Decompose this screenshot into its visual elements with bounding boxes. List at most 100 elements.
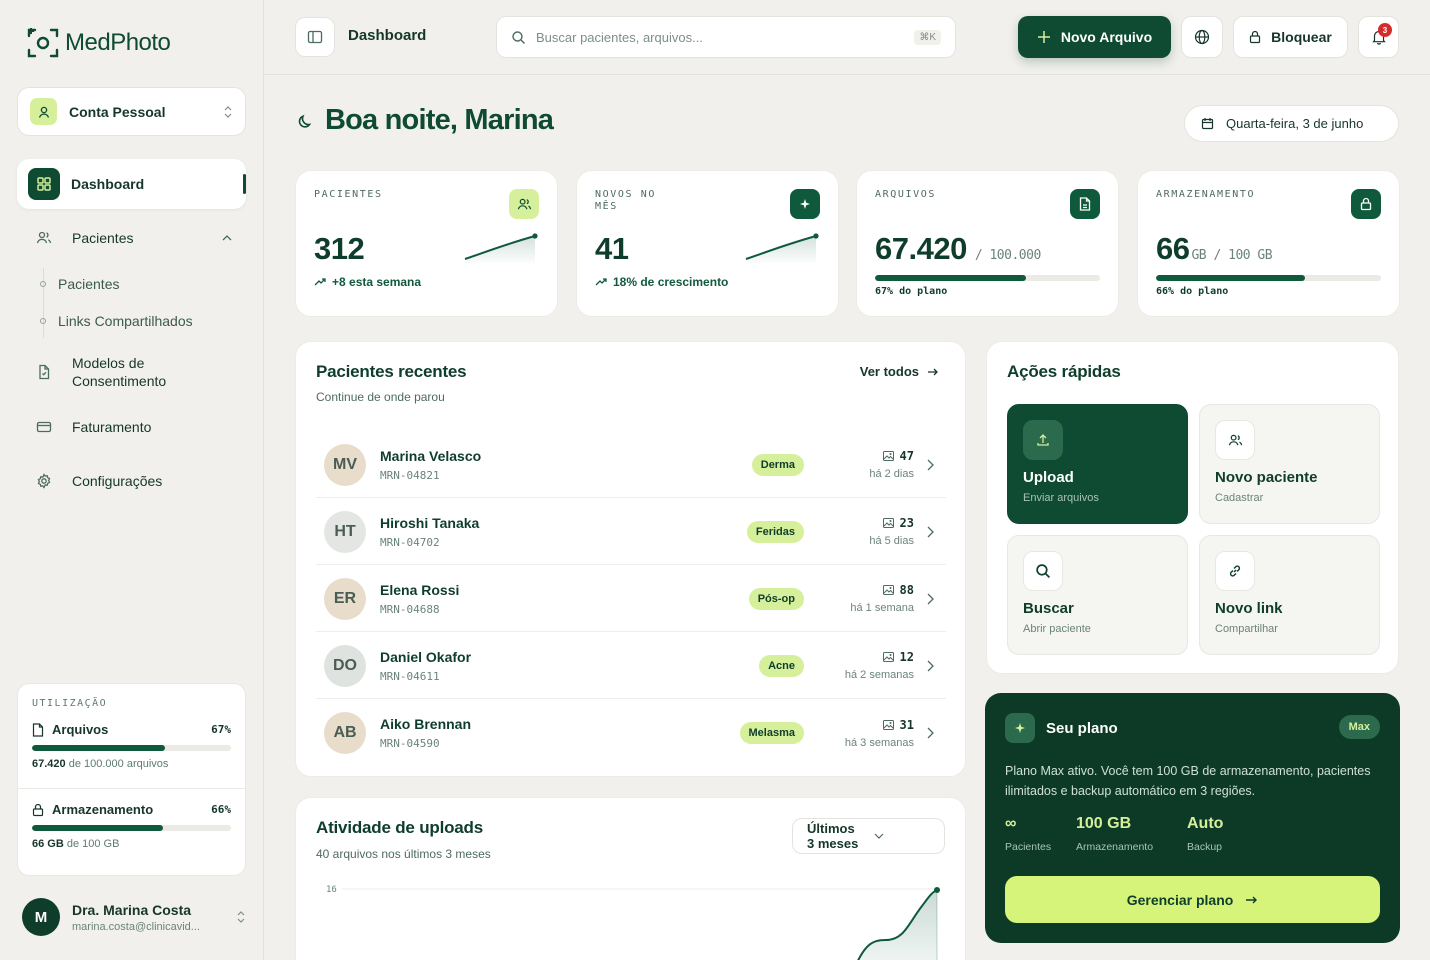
patient-row[interactable]: MV Marina Velasco MRN-04821 Derma 47 há 2 dia… [316, 432, 946, 498]
search-shortcut: ⌘K [914, 29, 941, 45]
image-icon [882, 719, 894, 730]
upload-icon [1023, 420, 1063, 460]
patient-name: Daniel Okafor [380, 648, 472, 665]
quick-action-title: Novo paciente [1215, 469, 1318, 486]
sidebar-item-settings[interactable]: Configurações [36, 472, 162, 490]
range-select[interactable]: Últimos 3 meses [792, 818, 945, 854]
logo[interactable]: MedPhoto [27, 27, 171, 59]
sidebar-item-label: Configurações [72, 473, 163, 489]
avatar: MV [324, 443, 366, 486]
quick-action-new-patient[interactable]: Novo paciente Cadastrar [1199, 404, 1380, 524]
usage-storage-percent: 66% [211, 803, 231, 816]
usage-title: UTILIZAÇÃO [32, 698, 108, 709]
manage-plan-button[interactable]: Gerenciar plano [1005, 876, 1380, 923]
users-icon [509, 189, 539, 219]
quick-action-subtitle: Cadastrar [1215, 492, 1264, 504]
see-all-link[interactable]: Ver todos [860, 364, 939, 379]
patient-row[interactable]: HT Hiroshi Tanaka MRN-04702 Feridas 23 há 5 d… [316, 499, 946, 565]
patient-mrn: MRN-04611 [380, 669, 440, 683]
image-icon [882, 451, 894, 461]
image-icon [882, 652, 894, 662]
quick-action-search[interactable]: Buscar Abrir paciente [1007, 535, 1188, 655]
stat-card-storage[interactable]: ARMAZENAMENTO 66 GB / 100 GB 66% do plano [1137, 170, 1400, 317]
sidebar-item-consent-templates[interactable]: Modelos de Consentimento [36, 354, 182, 390]
patient-meta: 31 há 3 semanas [804, 718, 914, 749]
upload-activity-chart: 16 [326, 885, 940, 960]
search-input[interactable]: Buscar pacientes, arquivos... ⌘K [496, 16, 956, 58]
patient-meta: 88 há 1 semana [804, 583, 914, 614]
trend-up-icon [595, 277, 607, 287]
stat-progress-bar [875, 275, 1100, 281]
account-label: Conta Pessoal [69, 103, 166, 120]
new-file-button[interactable]: Novo Arquivo [1018, 16, 1171, 58]
chevron-right-icon [914, 526, 946, 538]
sidebar-subitem-shared-links[interactable]: Links Compartilhados [40, 313, 193, 329]
sidebar-item-billing[interactable]: Faturamento [36, 418, 151, 436]
link-icon [1215, 551, 1255, 591]
stat-label: ARQUIVOS [875, 189, 936, 200]
patient-row[interactable]: AB Aiko Brennan MRN-04590 Melasma 31 há 3 sem… [316, 700, 946, 766]
chevron-right-icon [914, 727, 946, 739]
stat-card-new-this-month[interactable]: NOVOS NO MÊS 41 18% de crescimento [576, 170, 839, 317]
avatar: DO [324, 644, 366, 687]
date-badge: Quarta-feira, 3 de junho [1184, 105, 1399, 142]
plan-stat-storage: 100 GB Armazenamento [1076, 815, 1154, 853]
last-updated: há 2 dias [869, 468, 914, 480]
card-subtitle: 40 arquivos nos últimos 3 meses [316, 847, 491, 861]
plan-stat-backup: Auto Backup [1187, 815, 1224, 853]
stat-progress-label: 67% do plano [875, 286, 948, 297]
usage-storage-bar-fill [32, 825, 164, 831]
stat-card-patients[interactable]: PACIENTES 312 +8 esta semana [295, 170, 558, 317]
patient-row[interactable]: ER Elena Rossi MRN-04688 Pós-op 88 há 1 seman… [316, 566, 946, 632]
quick-action-title: Novo link [1215, 600, 1283, 617]
lock-button[interactable]: Bloquear [1233, 16, 1348, 58]
usage-files-bar [32, 745, 231, 751]
quick-action-title: Buscar [1023, 600, 1074, 617]
patient-row[interactable]: DO Daniel Okafor MRN-04611 Acne 12 há 2 seman… [316, 633, 946, 699]
sidebar-toggle-button[interactable] [295, 17, 335, 57]
chevron-updown-icon [223, 105, 233, 118]
patient-meta: 23 há 5 dias [804, 516, 914, 547]
file-count: 12 [804, 650, 914, 664]
usage-files-bar-fill [32, 745, 166, 751]
lock-label: Bloquear [1271, 29, 1332, 45]
stat-value: 66 GB / 100 GB [1156, 231, 1273, 266]
stat-trend: +8 esta semana [314, 275, 421, 289]
sidebar-subitem-patients[interactable]: Pacientes [40, 276, 119, 292]
stat-card-files[interactable]: ARQUIVOS 67.420/ 100.000 67% do plano [856, 170, 1119, 317]
bullet-icon [40, 318, 46, 324]
usage-files-percent: 67% [211, 723, 231, 736]
quick-action-new-link[interactable]: Novo link Compartilhar [1199, 535, 1380, 655]
stat-trend: 18% de crescimento [595, 275, 728, 289]
user-email: marina.costa@clinicavid... [72, 920, 200, 933]
calendar-icon [1201, 117, 1214, 130]
patient-name: Aiko Brennan [380, 716, 472, 732]
account-switcher[interactable]: Conta Pessoal [17, 87, 246, 136]
sparkle-icon [1005, 713, 1035, 743]
users-icon [1215, 420, 1255, 460]
plan-description: Plano Max ativo. Você tem 100 GB de arma… [1005, 764, 1371, 798]
category-badge: Melasma [739, 722, 804, 744]
image-icon [882, 518, 894, 528]
sidebar-item-patients[interactable]: Pacientes [36, 229, 233, 247]
sidebar-item-dashboard[interactable]: Dashboard [17, 159, 246, 209]
language-button[interactable] [1181, 16, 1223, 58]
patient-mrn: MRN-04590 [380, 737, 440, 750]
sidebar-toggle-icon [307, 29, 323, 45]
category-badge: Acne [759, 654, 804, 677]
sparkline [464, 233, 538, 265]
file-count: 88 [804, 583, 914, 597]
user-menu[interactable]: M Dra. Marina Costa marina.costa@clinica… [22, 898, 246, 936]
stat-label: PACIENTES [314, 189, 383, 200]
notifications-button[interactable]: 3 [1358, 16, 1399, 58]
patient-mrn: MRN-04821 [380, 468, 440, 482]
y-axis-tick: 16 [326, 885, 337, 895]
sidebar-item-label: Pacientes [72, 230, 134, 246]
avatar: AB [324, 712, 366, 754]
quick-action-upload[interactable]: Upload Enviar arquivos [1007, 404, 1188, 524]
chevron-up-icon [221, 234, 233, 242]
usage-panel: UTILIZAÇÃO Arquivos 67% 67.420 de 100.00… [17, 683, 246, 876]
patient-name: Hiroshi Tanaka [380, 514, 480, 531]
topbar: Dashboard Buscar pacientes, arquivos... … [264, 0, 1430, 75]
patient-name: Elena Rossi [380, 581, 460, 598]
